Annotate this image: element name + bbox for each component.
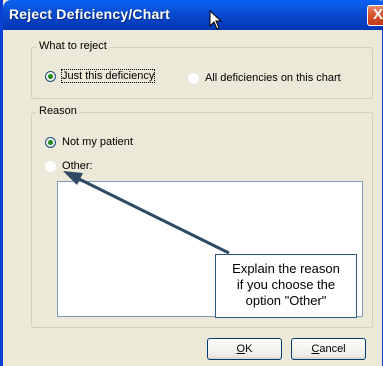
annotation-line-2: if you choose the — [236, 277, 336, 292]
ok-mnemonic: O — [236, 343, 246, 355]
ok-button[interactable]: OK — [207, 338, 282, 360]
reject-dialog: Reject Deficiency/Chart X What to reject… — [0, 0, 383, 366]
annotation-callout: Explain the reason if you choose the opt… — [215, 254, 357, 318]
annotation-line-1: Explain the reason — [232, 261, 340, 276]
annotation-line-3: option "Other" — [245, 293, 327, 308]
cancel-label: ancel — [319, 343, 346, 355]
ok-label: K — [245, 343, 253, 355]
cancel-button[interactable]: Cancel — [291, 338, 366, 360]
